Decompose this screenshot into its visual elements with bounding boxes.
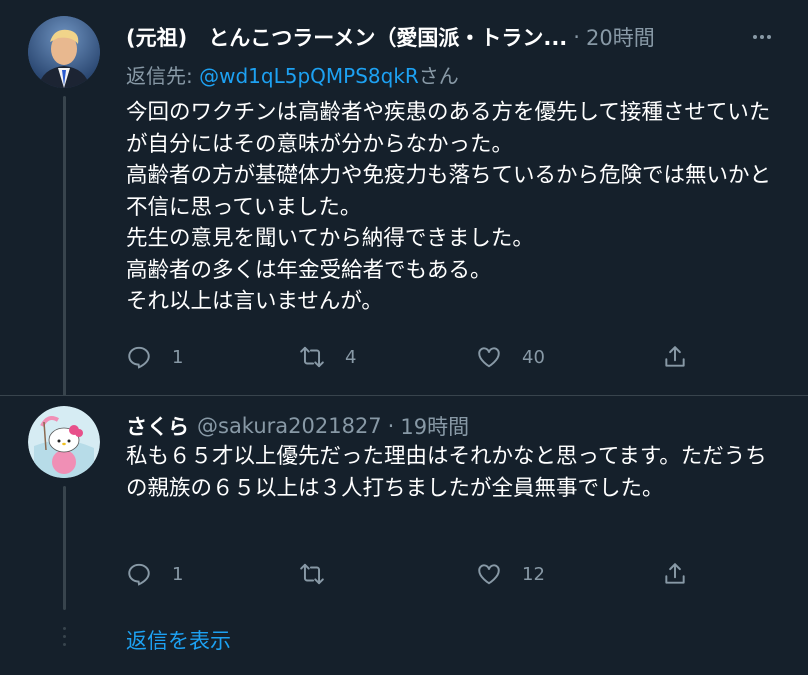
heart-icon xyxy=(478,564,500,585)
author-handle[interactable]: @sakura2021827 xyxy=(197,414,382,438)
retweet-button[interactable] xyxy=(299,556,325,592)
tweet-2[interactable]: さくら @sakura2021827 · 19時間 私も６５才以上優先だった理由… xyxy=(0,395,808,610)
show-replies-link[interactable]: 返信を表示 xyxy=(126,625,231,655)
like-count: 12 xyxy=(522,563,545,585)
avatar[interactable] xyxy=(28,16,100,88)
tweet-text: 私も６５才以上優先だった理由はそれかなと思ってます。ただうちの親族の６５以上は３… xyxy=(126,444,767,501)
timestamp[interactable]: 20時間 xyxy=(586,22,655,52)
reply-to: 返信先: @wd1qL5pQMPS8qkRさん xyxy=(126,60,459,89)
reply-count: 1 xyxy=(172,346,184,368)
author-name[interactable]: さくら xyxy=(126,411,189,441)
action-bar: 1 12 xyxy=(126,556,706,592)
share-button[interactable] xyxy=(662,339,688,375)
share-button[interactable] xyxy=(662,556,688,592)
like-count: 40 xyxy=(522,346,545,368)
show-replies-row[interactable]: 返信を表示 xyxy=(0,607,808,675)
author-name[interactable]: (元祖) とんこつラーメン（愛国派・トラン... xyxy=(126,22,567,52)
action-bar: 1 4 40 xyxy=(126,339,706,375)
heart-icon xyxy=(478,347,500,368)
retweet-button[interactable]: 4 xyxy=(299,339,356,375)
like-button[interactable]: 40 xyxy=(476,339,545,375)
tweet-text: 今回のワクチンは高齢者や疾患のある方を優先して接種させていたが自分にはその意味が… xyxy=(126,100,772,314)
reply-to-handle[interactable]: @wd1qL5pQMPS8qkR xyxy=(199,64,419,88)
reply-to-label: 返信先: xyxy=(126,64,200,88)
separator: · xyxy=(573,25,580,49)
retweet-icon xyxy=(300,346,324,368)
retweet-count: 4 xyxy=(345,346,357,368)
reply-count: 1 xyxy=(172,563,184,585)
reply-button[interactable]: 1 xyxy=(126,556,183,592)
reply-button[interactable]: 1 xyxy=(126,339,183,375)
thread-line xyxy=(63,96,66,396)
more-icon[interactable] xyxy=(746,21,778,53)
tweet-1[interactable]: (元祖) とんこつラーメン（愛国派・トラン... · 20時間 返信先: @wd… xyxy=(0,0,808,396)
reply-icon xyxy=(128,563,150,586)
share-icon xyxy=(665,346,685,367)
timestamp[interactable]: 19時間 xyxy=(400,411,469,441)
like-button[interactable]: 12 xyxy=(476,556,545,592)
avatar[interactable] xyxy=(28,406,100,478)
thread-dots xyxy=(62,627,67,646)
retweet-icon xyxy=(300,563,324,585)
thread-line xyxy=(63,486,66,610)
reply-icon xyxy=(128,346,150,369)
reply-to-suffix: さん xyxy=(418,64,459,88)
separator: · xyxy=(387,414,395,438)
share-icon xyxy=(665,563,685,584)
